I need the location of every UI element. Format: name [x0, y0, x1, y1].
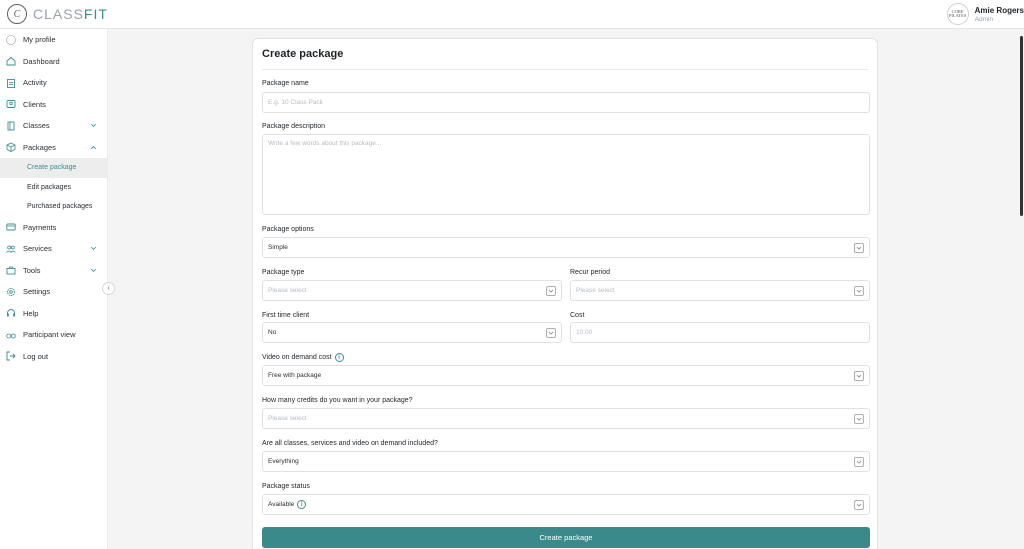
chevron-down-icon: [546, 328, 556, 338]
credits-label: How many credits do you want in your pac…: [262, 397, 413, 404]
avatar: CORE PILATES: [946, 3, 969, 25]
chevron-down-icon: [854, 286, 864, 296]
sidebar-collapse-button[interactable]: ‹: [102, 282, 115, 295]
sidebar-item-classes[interactable]: Classes: [0, 115, 107, 137]
sidebar-item-help[interactable]: Help: [0, 303, 107, 325]
sidebar-item-dashboard[interactable]: Dashboard: [0, 51, 107, 73]
info-icon[interactable]: i: [297, 500, 307, 509]
status-label: Package status: [262, 483, 310, 490]
logo-text: CLASSFIT: [33, 6, 108, 22]
included-select[interactable]: Everything: [262, 451, 870, 472]
package-type-label: Package type: [262, 269, 305, 276]
chevron-down-icon[interactable]: [90, 267, 97, 274]
users-icon: [6, 244, 16, 254]
headset-icon: [6, 308, 16, 318]
package-options-select[interactable]: Simple: [262, 237, 870, 258]
clipboard-icon: [6, 78, 16, 88]
package-name-input[interactable]: [268, 99, 869, 106]
chevron-up-icon[interactable]: [90, 144, 97, 151]
sidebar-subitem-purchased-packages[interactable]: Purchased packages: [0, 197, 107, 217]
card-icon: [6, 222, 16, 232]
clients-icon: [6, 99, 16, 109]
gear-icon: [6, 287, 16, 297]
package-type-select[interactable]: Please select: [262, 280, 562, 301]
avatar-icon: [6, 34, 16, 45]
user-name: Amie Rogers: [974, 5, 1024, 15]
info-icon[interactable]: i: [334, 353, 344, 362]
sidebar-item-clients[interactable]: Clients: [0, 94, 107, 116]
recur-period-label: Recur period: [570, 269, 611, 276]
cost-field[interactable]: [570, 322, 870, 343]
chevron-down-icon: [854, 371, 864, 381]
package-description-textarea[interactable]: [262, 134, 870, 215]
scrollbar[interactable]: [1020, 36, 1023, 216]
credits-select[interactable]: Please select: [262, 408, 870, 429]
chevron-down-icon[interactable]: [90, 122, 97, 129]
home-icon: [6, 56, 16, 66]
sidebar-item-services[interactable]: Services: [0, 238, 107, 260]
sidebar-item-tools[interactable]: Tools: [0, 260, 107, 282]
first-time-client-label: First time client: [262, 312, 310, 319]
create-package-button[interactable]: Create package: [262, 527, 870, 548]
sidebar-item-settings[interactable]: Settings: [0, 281, 107, 303]
recur-period-select[interactable]: Please select: [570, 280, 870, 301]
vod-cost-label: Video on demand cost i: [262, 353, 344, 362]
sidebar: My profile Dashboard Activity Clients Cl…: [0, 29, 108, 549]
user-info: Amie Rogers Admin: [975, 6, 1024, 23]
sidebar-item-payments[interactable]: Payments: [0, 217, 107, 239]
user-role: Admin: [974, 15, 994, 23]
logo-mark-icon: C: [7, 4, 27, 24]
sidebar-item-activity[interactable]: Activity: [0, 72, 107, 94]
chevron-down-icon: [854, 414, 864, 424]
chevron-down-icon: [546, 286, 556, 296]
status-select[interactable]: Available i: [262, 494, 870, 515]
book-icon: [6, 121, 16, 131]
chevron-down-icon[interactable]: [90, 245, 97, 252]
sidebar-item-log-out[interactable]: Log out: [0, 346, 107, 368]
package-name-label: Package name: [262, 80, 309, 87]
package-name-field[interactable]: [262, 92, 870, 113]
package-options-label: Package options: [262, 226, 314, 233]
cost-input[interactable]: [576, 329, 869, 336]
package-description-label: Package description: [262, 123, 326, 130]
cost-label: Cost: [570, 312, 585, 319]
sidebar-subitem-create-package[interactable]: Create package: [0, 158, 107, 178]
sidebar-subitem-edit-packages[interactable]: Edit packages: [0, 178, 107, 198]
classfit-logo[interactable]: C CLASSFIT: [7, 4, 108, 24]
included-label: Are all classes, services and video on d…: [262, 440, 438, 447]
chevron-down-icon: [854, 243, 864, 253]
logout-icon: [6, 351, 16, 361]
glasses-icon: [6, 330, 16, 340]
create-package-card: Create package Package name Package desc…: [252, 38, 878, 549]
first-time-client-select[interactable]: No: [262, 322, 562, 343]
user-menu[interactable]: CORE PILATES Amie Rogers Admin: [946, 3, 1024, 25]
sidebar-item-my-profile[interactable]: My profile: [0, 29, 107, 51]
toolbox-icon: [6, 265, 16, 275]
divider: [262, 69, 868, 70]
page-title: Create package: [262, 48, 344, 60]
box-icon: [6, 142, 16, 153]
vod-cost-select[interactable]: Free with package: [262, 365, 870, 386]
sidebar-item-packages[interactable]: Packages: [0, 137, 107, 159]
chevron-down-icon: [854, 500, 864, 510]
chevron-down-icon: [854, 457, 864, 467]
top-bar: C CLASSFIT CORE PILATES Amie Rogers Admi…: [0, 0, 1024, 29]
sidebar-item-participant-view[interactable]: Participant view: [0, 324, 107, 346]
